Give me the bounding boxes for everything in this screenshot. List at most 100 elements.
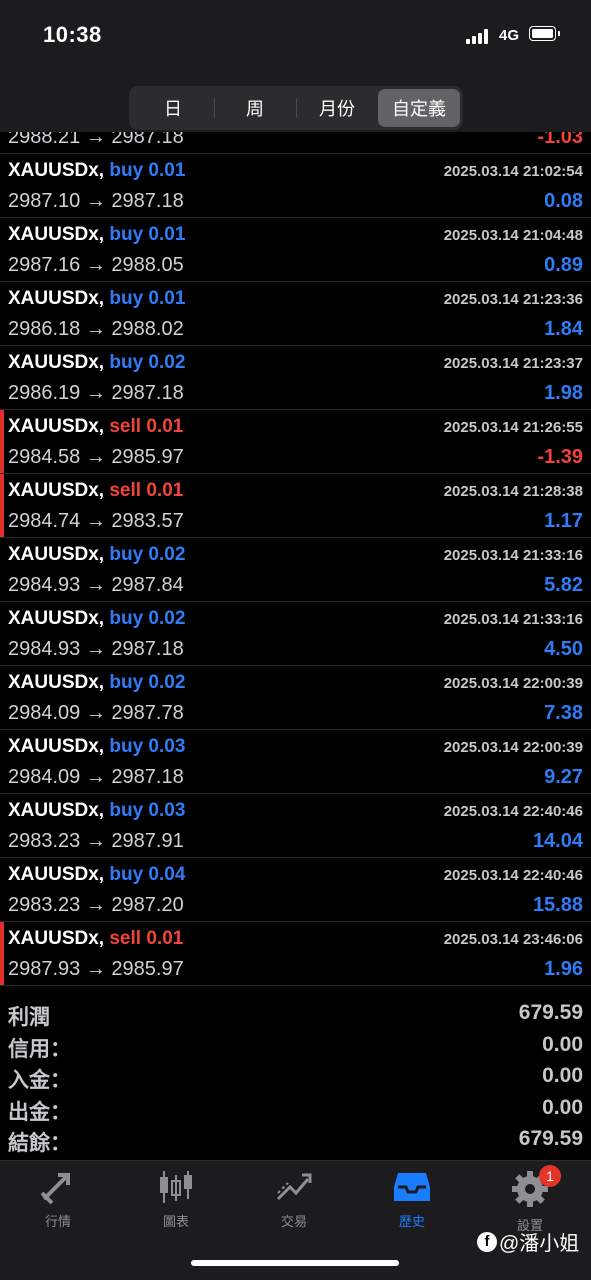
trade-prices: 2987.10 → 2987.18	[8, 190, 184, 212]
trade-prices: 2984.58 → 2985.97	[8, 446, 184, 468]
trade-symbol-line: XAUUSDx, sell 0.01	[8, 928, 183, 950]
trade-volume: 0.03	[148, 800, 186, 821]
summary-value: 679.59	[518, 1001, 583, 1024]
trade-pnl: 9.27	[544, 766, 583, 788]
tab-label: 行情	[44, 1214, 71, 1229]
trade-volume: 0.04	[148, 864, 186, 885]
trade-side: buy 0.01	[109, 224, 185, 245]
summary-value: 0.00	[542, 1064, 583, 1087]
trade-pnl: 1.98	[544, 382, 583, 404]
tab-quotes[interactable]: 行情	[8, 1169, 108, 1233]
trade-symbol-line: XAUUSDx, buy 0.02	[8, 672, 185, 694]
home-indicator	[191, 1260, 399, 1266]
trade-side: buy 0.02	[109, 672, 185, 693]
tab-label: 交易	[280, 1214, 307, 1229]
trade-symbol-line: XAUUSDx, sell 0.01	[8, 416, 183, 438]
trade-side: buy 0.01	[109, 160, 185, 181]
trade-datetime: 2025.03.14 21:23:36	[443, 291, 583, 308]
trade-volume: 0.01	[148, 288, 186, 309]
status-bar: 10:38 4G	[0, 0, 591, 72]
trade-volume: 0.02	[148, 352, 186, 373]
trade-symbol: XAUUSDx,	[8, 608, 105, 629]
tab-settings[interactable]: 1 設置	[480, 1165, 580, 1233]
trade-symbol: XAUUSDx,	[8, 800, 105, 821]
segment-month[interactable]: 月份	[296, 89, 378, 127]
trade-symbol: XAUUSDx,	[8, 928, 105, 949]
summary-balance: 結餘： 679.59	[0, 1124, 591, 1156]
tab-label: 圖表	[162, 1214, 189, 1229]
trade-history-list[interactable]: 2988.21 → 2987.18 -1.03 XAUUSDx, buy 0.0…	[0, 90, 591, 986]
trade-pnl: -1.39	[537, 446, 583, 468]
tab-history[interactable]: 歷史	[362, 1169, 462, 1233]
trade-direction: sell	[109, 928, 142, 949]
trade-side: buy 0.04	[109, 864, 185, 885]
trade-symbol-line: XAUUSDx, sell 0.01	[8, 480, 183, 502]
trade-row[interactable]: XAUUSDx, buy 0.02 2025.03.14 22:00:39 2984…	[0, 666, 591, 730]
trade-datetime: 2025.03.14 21:26:55	[443, 419, 583, 436]
trade-row[interactable]: XAUUSDx, buy 0.03 2025.03.14 22:00:39 2984…	[0, 730, 591, 794]
trade-symbol: XAUUSDx,	[8, 224, 105, 245]
trade-volume: 0.01	[146, 928, 184, 949]
summary-profit: 利潤 679.59	[0, 998, 591, 1030]
trade-datetime: 2025.03.14 21:28:38	[443, 483, 583, 500]
trade-symbol: XAUUSDx,	[8, 864, 105, 885]
trade-direction: buy	[109, 608, 144, 629]
trade-row[interactable]: XAUUSDx, buy 0.01 2025.03.14 21:02:54 2987…	[0, 154, 591, 218]
trade-prices: 2983.23 → 2987.20	[8, 894, 184, 916]
trade-volume: 0.01	[148, 160, 186, 181]
trade-symbol: XAUUSDx,	[8, 480, 105, 501]
trade-volume: 0.02	[148, 544, 186, 565]
trade-row[interactable]: XAUUSDx, sell 0.01 2025.03.14 23:46:06 298…	[0, 922, 591, 986]
segment-week[interactable]: 周	[214, 89, 296, 127]
summary-label: 信用：	[8, 1037, 71, 1061]
trade-datetime: 2025.03.14 23:46:06	[443, 931, 583, 948]
trade-symbol-line: XAUUSDx, buy 0.01	[8, 224, 185, 246]
tab-trade[interactable]: 交易	[244, 1169, 344, 1233]
summary-label: 出金：	[8, 1100, 71, 1124]
trade-side: buy 0.02	[109, 352, 185, 373]
summary-value: 0.00	[542, 1032, 583, 1056]
trade-prices: 2984.74 → 2983.57	[8, 510, 184, 532]
trade-row[interactable]: XAUUSDx, buy 0.01 2025.03.14 21:23:36 2986…	[0, 282, 591, 346]
summary-label: 入金：	[8, 1069, 71, 1092]
trade-row[interactable]: XAUUSDx, buy 0.04 2025.03.14 22:40:46 2983…	[0, 858, 591, 922]
account-summary: 利潤 679.59 信用： 0.00 入金： 0.00 出金： 0.00 結餘：…	[0, 998, 591, 1160]
trade-direction: buy	[109, 800, 144, 821]
segment-day[interactable]: 日	[132, 89, 214, 127]
trade-volume: 0.01	[146, 480, 184, 501]
cellular-signal-icon	[466, 28, 492, 44]
trade-pnl: 0.08	[544, 190, 583, 212]
trade-direction: buy	[109, 224, 144, 245]
trade-row[interactable]: XAUUSDx, sell 0.01 2025.03.14 21:28:38 298…	[0, 474, 591, 538]
summary-value: 0.00	[542, 1095, 583, 1119]
trade-side: buy 0.02	[109, 544, 185, 565]
summary-deposit: 入金： 0.00	[0, 1061, 591, 1093]
trade-pnl: 5.82	[544, 574, 583, 596]
candlestick-icon	[160, 1171, 192, 1203]
trade-symbol-line: XAUUSDx, buy 0.03	[8, 800, 185, 822]
tab-charts[interactable]: 圖表	[126, 1169, 226, 1233]
segment-custom[interactable]: 自定義	[378, 89, 460, 127]
summary-credit: 信用： 0.00	[0, 1030, 591, 1062]
arrows-icon	[40, 1173, 70, 1205]
trade-side: buy 0.02	[109, 608, 185, 629]
trade-prices: 2984.93 → 2987.18	[8, 638, 184, 660]
trade-symbol: XAUUSDx,	[8, 352, 105, 373]
trade-row[interactable]: XAUUSDx, buy 0.02 2025.03.14 21:33:16 2984…	[0, 538, 591, 602]
period-segmented-control[interactable]: 日 周 月份 自定義	[129, 86, 463, 130]
trade-datetime: 2025.03.14 22:00:39	[443, 739, 583, 756]
trade-direction: sell	[109, 416, 142, 437]
trade-row[interactable]: XAUUSDx, buy 0.02 2025.03.14 21:33:16 2984…	[0, 602, 591, 666]
trade-direction: buy	[109, 672, 144, 693]
trade-row[interactable]: XAUUSDx, buy 0.03 2025.03.14 22:40:46 2983…	[0, 794, 591, 858]
trade-symbol: XAUUSDx,	[8, 544, 105, 565]
trade-row[interactable]: XAUUSDx, buy 0.02 2025.03.14 21:23:37 2986…	[0, 346, 591, 410]
summary-withdrawal: 出金： 0.00	[0, 1093, 591, 1125]
summary-label: 結餘：	[8, 1132, 71, 1155]
trade-side: buy 0.03	[109, 800, 185, 821]
trade-pnl: 7.38	[544, 702, 583, 724]
trade-datetime: 2025.03.14 22:40:46	[443, 803, 583, 820]
trade-row[interactable]: XAUUSDx, sell 0.01 2025.03.14 21:26:55 298…	[0, 410, 591, 474]
summary-label: 利潤	[8, 1006, 50, 1029]
trade-row[interactable]: XAUUSDx, buy 0.01 2025.03.14 21:04:48 2987…	[0, 218, 591, 282]
